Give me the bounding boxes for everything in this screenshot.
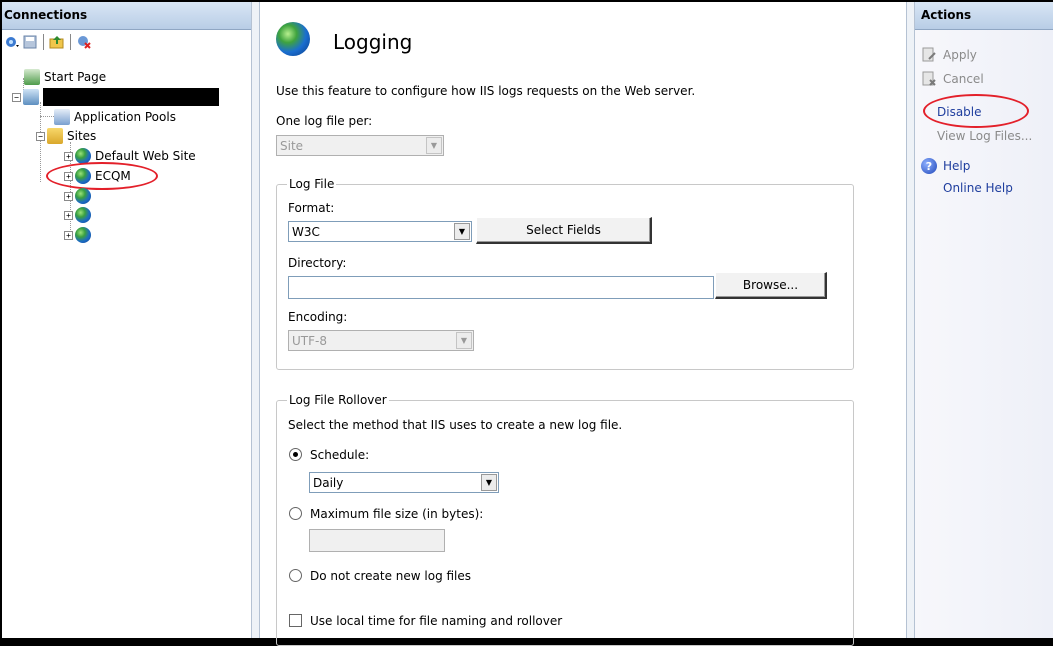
server-icon [23, 89, 39, 105]
schedule-value: Daily [313, 476, 344, 490]
rollover-description: Select the method that IIS uses to creat… [288, 418, 623, 432]
page-title: Logging [333, 30, 413, 54]
log-file-group-title: Log File [287, 177, 337, 191]
tree-item-application-pools[interactable]: Application Pools [54, 108, 176, 126]
local-time-label: Use local time for file naming and rollo… [310, 614, 563, 628]
rollover-group-title: Log File Rollover [287, 393, 389, 407]
up-folder-icon[interactable] [49, 34, 65, 50]
cancel-action[interactable]: Cancel [921, 69, 984, 89]
apply-label: Apply [943, 48, 977, 62]
collapse-icon[interactable]: − [12, 92, 21, 102]
dropdown-arrow-icon: ▼ [481, 474, 497, 491]
cancel-icon [921, 71, 937, 87]
directory-label: Directory: [288, 256, 347, 270]
max-file-size-label: Maximum file size (in bytes): [310, 507, 484, 521]
help-action[interactable]: ? Help [921, 156, 970, 176]
redacted-server-name [43, 88, 219, 106]
apply-icon [921, 47, 937, 63]
help-icon: ? [921, 158, 937, 174]
tree-item-site[interactable]: + [64, 206, 95, 224]
tree-item-site[interactable]: + [64, 226, 95, 244]
expand-icon[interactable]: + [64, 210, 73, 220]
expand-icon[interactable]: + [64, 191, 73, 201]
browse-button[interactable]: Browse... [715, 272, 827, 299]
schedule-radio[interactable] [289, 448, 302, 461]
disconnect-icon[interactable] [76, 34, 92, 50]
select-fields-button[interactable]: Select Fields [476, 217, 652, 244]
default-web-site-label: Default Web Site [95, 149, 196, 163]
collapse-icon[interactable]: − [36, 131, 45, 141]
schedule-label: Schedule: [310, 448, 370, 462]
expand-icon[interactable]: + [64, 230, 73, 240]
connections-toolbar [2, 30, 251, 54]
sites-folder-icon [47, 128, 63, 144]
tree-item-server[interactable]: − [12, 88, 219, 106]
no-new-log-files-label: Do not create new log files [310, 569, 472, 583]
annotation-circle [923, 94, 1029, 128]
start-page-label: Start Page [44, 70, 107, 84]
globe-icon [75, 227, 91, 243]
apply-action[interactable]: Apply [921, 45, 977, 65]
dropdown-arrow-icon: ▼ [456, 332, 472, 349]
online-help-action[interactable]: Online Help [943, 178, 1013, 198]
sites-label: Sites [67, 129, 97, 143]
one-log-file-label: One log file per: [276, 114, 373, 128]
save-icon[interactable] [22, 34, 38, 50]
no-new-log-files-radio[interactable] [289, 569, 302, 582]
view-log-files-action[interactable]: View Log Files... [937, 126, 1032, 146]
log-file-rollover-group: Log File Rollover [276, 393, 854, 646]
format-label: Format: [288, 201, 335, 215]
pane-splitter[interactable] [251, 2, 260, 638]
max-file-size-input[interactable] [309, 529, 445, 552]
encoding-label: Encoding: [288, 310, 348, 324]
logging-globe-icon [276, 22, 310, 56]
schedule-select[interactable]: Daily ▼ [309, 472, 499, 493]
application-pools-label: Application Pools [74, 110, 176, 124]
format-value: W3C [292, 225, 320, 239]
tree-item-sites[interactable]: − Sites [36, 127, 96, 145]
actions-header: Actions [915, 2, 1053, 30]
help-label: Help [943, 159, 971, 173]
toolbar-separator [43, 34, 44, 50]
globe-icon [75, 188, 91, 204]
one-log-file-select[interactable]: Site ▼ [276, 135, 444, 156]
format-select[interactable]: W3C ▼ [288, 221, 472, 242]
logging-feature-pane: Logging Use this feature to configure ho… [260, 2, 906, 646]
iis-manager-window: Connections Start Page − Application Poo… [0, 0, 1053, 646]
actions-pane: Actions Apply Cancel Disable View Log Fi… [915, 2, 1053, 638]
globe-icon [75, 207, 91, 223]
cancel-label: Cancel [943, 72, 984, 86]
annotation-circle [46, 162, 158, 190]
encoding-value: UTF-8 [292, 334, 327, 348]
view-log-files-label: View Log Files... [937, 129, 1033, 143]
connections-header: Connections [2, 2, 251, 30]
tree-item-site[interactable]: + [64, 187, 95, 205]
online-help-label: Online Help [943, 181, 1013, 195]
connections-pane: Connections Start Page − Application Poo… [2, 2, 251, 638]
tree-item-start-page[interactable]: Start Page [24, 68, 106, 86]
dropdown-arrow-icon: ▼ [454, 223, 470, 240]
start-page-icon [24, 69, 40, 85]
one-log-file-value: Site [280, 139, 304, 153]
application-pools-icon [54, 109, 70, 125]
toolbar-separator [70, 34, 71, 50]
feature-description: Use this feature to configure how IIS lo… [276, 84, 696, 98]
encoding-select[interactable]: UTF-8 ▼ [288, 330, 474, 351]
connect-icon[interactable] [4, 34, 20, 50]
local-time-checkbox[interactable] [289, 614, 302, 627]
directory-input[interactable] [288, 276, 714, 299]
pane-splitter[interactable] [906, 2, 915, 638]
dropdown-arrow-icon: ▼ [426, 137, 442, 154]
max-file-size-radio[interactable] [289, 507, 302, 520]
expand-icon[interactable]: + [64, 151, 73, 161]
